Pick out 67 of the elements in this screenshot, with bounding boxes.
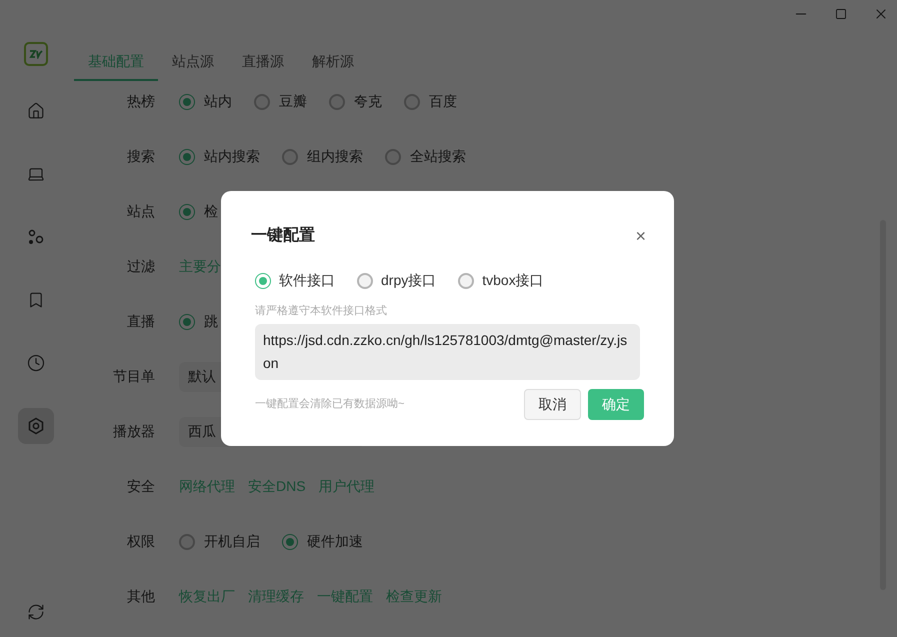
radio-label: 全站搜索 [410,147,466,166]
setting-link[interactable]: 恢复出厂 [179,586,235,607]
close-button[interactable]: × [635,227,646,245]
radio-button[interactable] [255,272,271,288]
setting-link[interactable]: 安全DNS [248,476,306,497]
tab[interactable]: 站点源 [158,44,228,81]
radio-button[interactable] [179,204,195,220]
radio-button[interactable] [282,148,298,164]
app-logo [24,42,48,66]
setting-link[interactable]: 主要分 [179,256,221,277]
maximize-icon[interactable] [835,8,847,20]
radio-button[interactable] [357,272,373,288]
radio-label: 夸克 [354,92,382,111]
setting-label: 站点 [126,202,155,221]
tab[interactable]: 基础配置 [74,44,158,81]
radio-label: 软件接口 [279,271,335,290]
cancel-button[interactable]: 取消 [524,388,581,420]
setting-link[interactable]: 清理缓存 [248,586,304,607]
radio-label: 检 [204,202,218,221]
setting-label: 其他 [126,587,155,606]
setting-label: 搜索 [126,147,155,166]
radio-button[interactable] [458,272,474,288]
sidebar-item[interactable] [18,408,54,444]
note-text: 一键配置会清除已有数据源呦~ [255,396,406,412]
radio-button[interactable] [385,148,401,164]
refresh-icon[interactable] [27,603,45,621]
radio-button[interactable] [282,534,298,550]
tab[interactable]: 直播源 [228,44,298,81]
radio-button[interactable] [254,94,270,110]
setting-label: 权限 [126,532,155,551]
radio-button[interactable] [404,94,420,110]
radio-label: 站内 [204,92,232,111]
radio-button[interactable] [179,94,195,110]
setting-label: 播放器 [112,422,155,441]
bookmark-icon [27,291,45,309]
radio-label: 组内搜索 [307,147,363,166]
url-field[interactable]: https://jsd.cdn.zzko.cn/gh/ls125781003/dmtg@master/zy.json [255,324,640,380]
setting-label: 节目单 [112,367,155,386]
setting-label: 安全 [126,477,155,496]
setting-label: 直播 [126,312,155,331]
hint-text: 请严格遵守本软件接口格式 [255,304,388,319]
radio-button[interactable] [179,534,195,550]
dialog-title: 一键配置 [251,226,315,246]
radio-label: 跳 [204,312,218,331]
setting-link[interactable]: 检查更新 [386,586,442,607]
radio-label: 硬件加速 [307,532,363,551]
radio-label: 百度 [429,92,457,111]
laptop-icon [27,165,45,183]
settings-icon [27,417,45,435]
radio-label: 豆瓣 [279,92,307,111]
tab[interactable]: 解析源 [298,44,368,81]
confirm-button[interactable]: 确定 [588,388,644,420]
radio-label: drpy接口 [381,271,436,290]
setting-link[interactable]: 用户代理 [318,476,375,497]
radio-button[interactable] [179,148,195,164]
radio-button[interactable] [179,314,195,330]
radio-label: tvbox接口 [482,271,544,290]
circles-icon [27,228,45,246]
setting-link[interactable]: 网络代理 [179,476,235,497]
radio-label: 站内搜索 [204,147,260,166]
radio-label: 开机自启 [204,532,260,551]
home-icon [27,102,45,120]
setting-label: 热榜 [126,92,155,111]
radio-button[interactable] [329,94,345,110]
setting-label: 过滤 [126,257,155,276]
setting-link[interactable]: 一键配置 [317,586,373,607]
clock-icon [27,354,45,372]
